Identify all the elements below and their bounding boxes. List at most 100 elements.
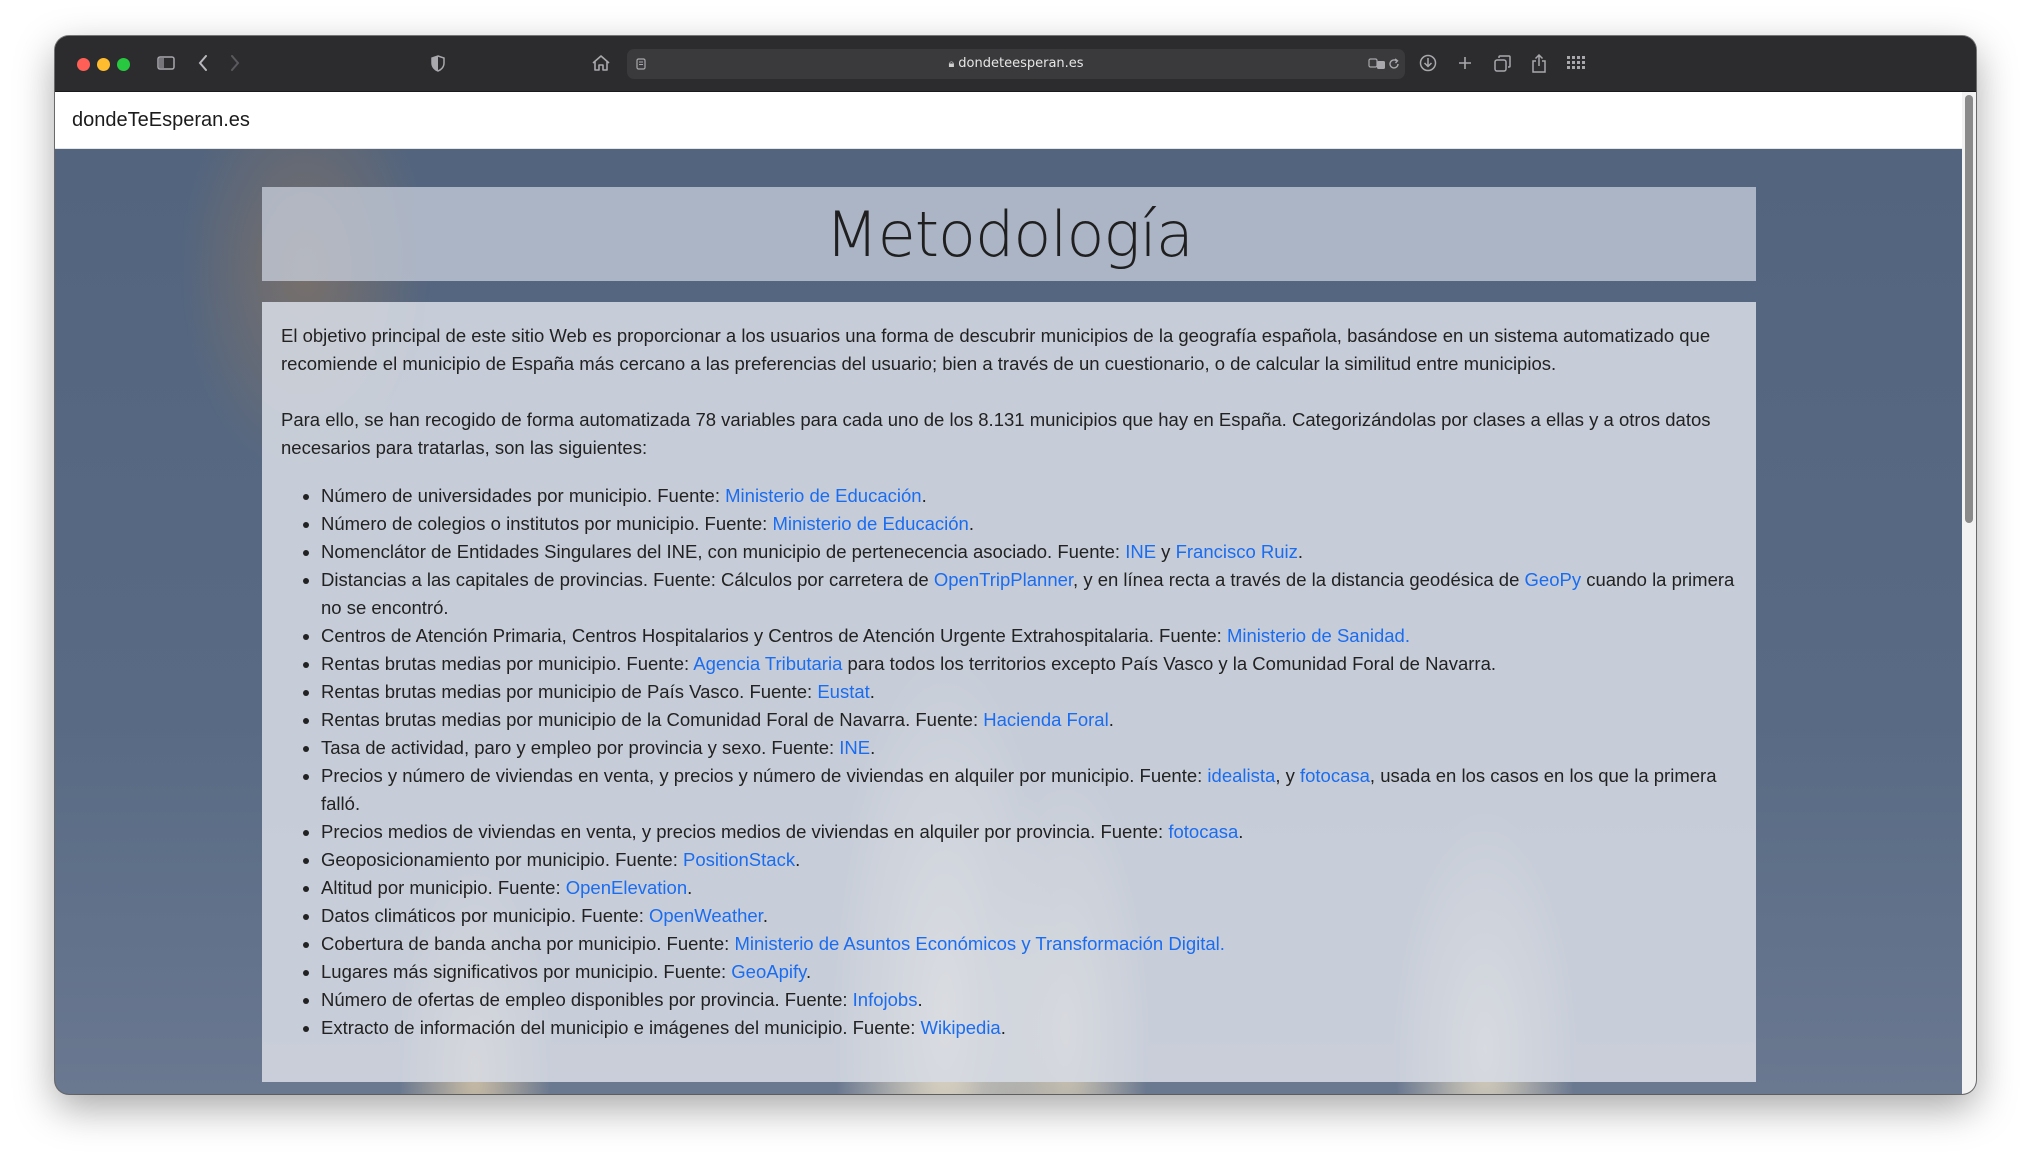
list-item-text: Geoposicionamiento por municipio. Fuente… bbox=[321, 849, 683, 870]
list-item: Número de ofertas de empleo disponibles … bbox=[321, 986, 1736, 1014]
downloads-icon[interactable] bbox=[1415, 50, 1441, 76]
page-title-panel: Metodología bbox=[262, 187, 1756, 281]
source-link[interactable]: OpenWeather bbox=[649, 905, 763, 926]
list-item: Altitud por municipio. Fuente: OpenEleva… bbox=[321, 874, 1736, 902]
sources-list: Número de universidades por municipio. F… bbox=[281, 482, 1736, 1042]
content-panel: El objetivo principal de este sitio Web … bbox=[262, 302, 1756, 1082]
list-item-text: . bbox=[795, 849, 801, 870]
source-link[interactable]: Agencia Tributaria bbox=[693, 653, 842, 674]
list-item: Cobertura de banda ancha por municipio. … bbox=[321, 930, 1736, 958]
source-link[interactable]: INE bbox=[1125, 541, 1156, 562]
source-link[interactable]: OpenElevation bbox=[566, 877, 687, 898]
list-item-text: , y bbox=[1275, 765, 1300, 786]
browser-window: 🔒︎ dondeteesperan.es dondeTeEsperan.es M… bbox=[55, 36, 1976, 1094]
list-item: Centros de Atención Primaria, Centros Ho… bbox=[321, 622, 1736, 650]
lock-icon: 🔒︎ bbox=[948, 57, 955, 70]
list-item-text: Precios y número de viviendas en venta, … bbox=[321, 765, 1208, 786]
list-item: Rentas brutas medias por municipio. Fuen… bbox=[321, 650, 1736, 678]
list-item: Rentas brutas medias por municipio de Pa… bbox=[321, 678, 1736, 706]
list-item-text: Cobertura de banda ancha por municipio. … bbox=[321, 933, 735, 954]
source-link[interactable]: GeoApify bbox=[731, 961, 806, 982]
page-title: Metodología bbox=[825, 197, 1194, 271]
close-window-button[interactable] bbox=[77, 58, 90, 71]
address-bar[interactable]: 🔒︎ dondeteesperan.es bbox=[627, 49, 1405, 79]
list-item-text: Lugares más significativos por municipio… bbox=[321, 961, 732, 982]
variables-paragraph: Para ello, se han recogido de forma auto… bbox=[281, 409, 1711, 458]
source-link[interactable]: Ministerio de Educación bbox=[772, 513, 968, 534]
list-item: Lugares más significativos por municipio… bbox=[321, 958, 1736, 986]
list-item-text: para todos los territorios excepto País … bbox=[842, 653, 1497, 674]
list-item-text: . bbox=[1108, 709, 1114, 730]
list-item-text: , y en línea recta a través de la distan… bbox=[1073, 569, 1525, 590]
source-link[interactable]: fotocasa bbox=[1168, 821, 1238, 842]
browser-toolbar: 🔒︎ dondeteesperan.es bbox=[55, 36, 1976, 92]
list-item: Datos climáticos por municipio. Fuente: … bbox=[321, 902, 1736, 930]
list-item: Tasa de actividad, paro y empleo por pro… bbox=[321, 734, 1736, 762]
source-link[interactable]: Ministerio de Sanidad. bbox=[1227, 625, 1410, 646]
list-item: Precios medios de viviendas en venta, y … bbox=[321, 818, 1736, 846]
list-item-text: Tasa de actividad, paro y empleo por pro… bbox=[321, 737, 840, 758]
list-item-text: Altitud por municipio. Fuente: bbox=[321, 877, 566, 898]
zoom-window-button[interactable] bbox=[117, 58, 130, 71]
list-item: Extracto de información del municipio e … bbox=[321, 1014, 1736, 1042]
page-viewport: dondeTeEsperan.es Metodología El objetiv… bbox=[55, 92, 1976, 1094]
list-item-text: . bbox=[968, 513, 974, 534]
share-icon[interactable] bbox=[1526, 50, 1552, 76]
apps-grid-icon[interactable] bbox=[1563, 50, 1589, 76]
list-item-text: Distancias a las capitales de provincias… bbox=[321, 569, 934, 590]
list-item-text: . bbox=[870, 737, 876, 758]
list-item: Número de universidades por municipio. F… bbox=[321, 482, 1736, 510]
back-icon[interactable] bbox=[191, 50, 215, 76]
list-item: Distancias a las capitales de provincias… bbox=[321, 566, 1736, 622]
tab-overview-icon[interactable] bbox=[1489, 50, 1515, 76]
list-item-text: . bbox=[921, 485, 927, 506]
sidebar-toggle-icon[interactable] bbox=[153, 50, 179, 76]
list-item: Nomenclátor de Entidades Singulares del … bbox=[321, 538, 1736, 566]
forward-icon[interactable] bbox=[223, 50, 247, 76]
list-item: Geoposicionamiento por municipio. Fuente… bbox=[321, 846, 1736, 874]
source-link[interactable]: Wikipedia bbox=[921, 1017, 1001, 1038]
new-tab-icon[interactable] bbox=[1452, 50, 1478, 76]
scrollbar-thumb[interactable] bbox=[1965, 95, 1973, 523]
list-item-text: . bbox=[806, 961, 812, 982]
list-item-text: Precios medios de viviendas en venta, y … bbox=[321, 821, 1169, 842]
source-link[interactable]: GeoPy bbox=[1525, 569, 1582, 590]
site-brand-link[interactable]: dondeTeEsperan.es bbox=[72, 92, 250, 148]
url-text: dondeteesperan.es bbox=[958, 56, 1084, 71]
source-link[interactable]: Hacienda Foral bbox=[983, 709, 1108, 730]
list-item-text: . bbox=[762, 905, 768, 926]
list-item: Rentas brutas medias por municipio de la… bbox=[321, 706, 1736, 734]
url-display[interactable]: 🔒︎ dondeteesperan.es bbox=[627, 49, 1405, 79]
scrollbar[interactable] bbox=[1962, 92, 1976, 1094]
list-item-text: Rentas brutas medias por municipio de Pa… bbox=[321, 681, 818, 702]
source-link[interactable]: idealista bbox=[1207, 765, 1275, 786]
privacy-shield-icon[interactable] bbox=[425, 50, 451, 76]
list-item-text: y bbox=[1156, 541, 1176, 562]
list-item-text: . bbox=[917, 989, 923, 1010]
list-item-text: Número de universidades por municipio. F… bbox=[321, 485, 726, 506]
source-link[interactable]: Ministerio de Asuntos Económicos y Trans… bbox=[734, 933, 1224, 954]
list-item-text: Rentas brutas medias por municipio. Fuen… bbox=[321, 653, 694, 674]
list-item: Número de colegios o institutos por muni… bbox=[321, 510, 1736, 538]
list-item-text: . bbox=[687, 877, 693, 898]
source-link[interactable]: fotocasa bbox=[1300, 765, 1370, 786]
list-item-text: . bbox=[869, 681, 875, 702]
source-link[interactable]: Eustat bbox=[817, 681, 869, 702]
source-link[interactable]: Ministerio de Educación bbox=[725, 485, 921, 506]
source-link[interactable]: Francisco Ruiz bbox=[1176, 541, 1298, 562]
list-item-text: Nomenclátor de Entidades Singulares del … bbox=[321, 541, 1126, 562]
source-link[interactable]: PositionStack bbox=[683, 849, 795, 870]
minimize-window-button[interactable] bbox=[97, 58, 110, 71]
source-link[interactable]: OpenTripPlanner bbox=[934, 569, 1073, 590]
source-link[interactable]: Infojobs bbox=[853, 989, 918, 1010]
list-item-text: Centros de Atención Primaria, Centros Ho… bbox=[321, 625, 1227, 646]
list-item-text: . bbox=[1000, 1017, 1006, 1038]
reload-icon[interactable] bbox=[1385, 51, 1403, 77]
source-link[interactable]: INE bbox=[839, 737, 870, 758]
home-icon[interactable] bbox=[588, 50, 614, 76]
list-item-text: Rentas brutas medias por municipio de la… bbox=[321, 709, 984, 730]
translate-icon[interactable] bbox=[1367, 51, 1387, 77]
list-item-text: Extracto de información del municipio e … bbox=[321, 1017, 921, 1038]
list-item: Precios y número de viviendas en venta, … bbox=[321, 762, 1736, 818]
list-item-text: . bbox=[1297, 541, 1304, 562]
